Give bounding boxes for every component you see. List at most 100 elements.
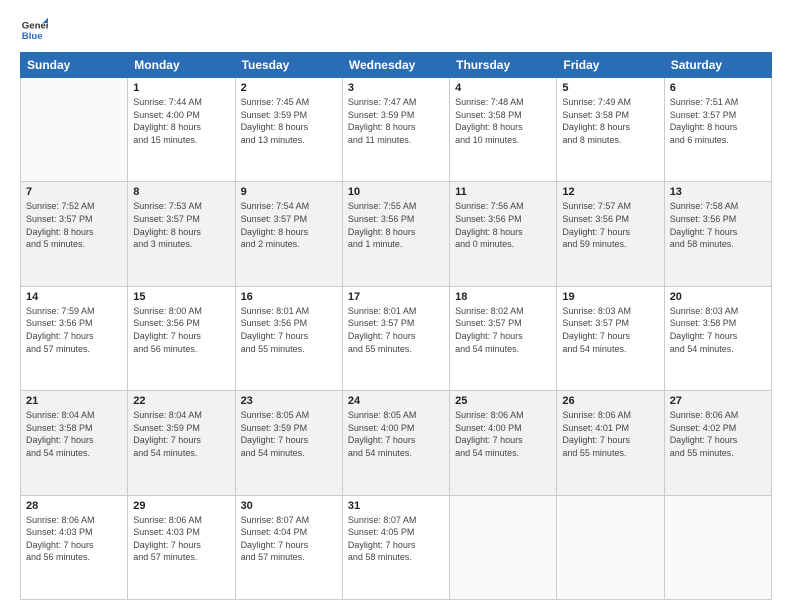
- day-info: Sunrise: 8:03 AMSunset: 3:57 PMDaylight:…: [562, 305, 658, 355]
- calendar-cell: 13 Sunrise: 7:58 AMSunset: 3:56 PMDayligh…: [664, 182, 771, 286]
- day-info: Sunrise: 7:51 AMSunset: 3:57 PMDaylight:…: [670, 96, 766, 146]
- day-info: Sunrise: 8:01 AMSunset: 3:57 PMDaylight:…: [348, 305, 444, 355]
- day-info: Sunrise: 8:06 AMSunset: 4:01 PMDaylight:…: [562, 409, 658, 459]
- day-info: Sunrise: 7:55 AMSunset: 3:56 PMDaylight:…: [348, 200, 444, 250]
- calendar-cell: 20 Sunrise: 8:03 AMSunset: 3:58 PMDayligh…: [664, 286, 771, 390]
- calendar-cell: 27Sunrise: 8:06 AMSunset: 4:02 PMDayligh…: [664, 391, 771, 495]
- calendar-cell: 22 Sunrise: 8:04 AMSunset: 3:59 PMDayligh…: [128, 391, 235, 495]
- day-info: Sunrise: 8:03 AMSunset: 3:58 PMDaylight:…: [670, 305, 766, 355]
- day-number: 9: [241, 186, 337, 198]
- day-number: 22: [133, 395, 229, 407]
- day-number: 12: [562, 186, 658, 198]
- day-info: Sunrise: 7:49 AMSunset: 3:58 PMDaylight:…: [562, 96, 658, 146]
- header-tuesday: Tuesday: [235, 53, 342, 78]
- day-number: 31: [348, 500, 444, 512]
- header-monday: Monday: [128, 53, 235, 78]
- week-row-1: 1 Sunrise: 7:44 AMSunset: 4:00 PMDaylight…: [21, 78, 772, 182]
- calendar-cell: 31 Sunrise: 8:07 AMSunset: 4:05 PMDayligh…: [342, 495, 449, 599]
- day-number: 5: [562, 82, 658, 94]
- calendar-cell: 14 Sunrise: 7:59 AMSunset: 3:56 PMDayligh…: [21, 286, 128, 390]
- day-info: Sunrise: 8:01 AMSunset: 3:56 PMDaylight:…: [241, 305, 337, 355]
- day-info: Sunrise: 8:05 AMSunset: 3:59 PMDaylight:…: [241, 409, 337, 459]
- day-number: 24: [348, 395, 444, 407]
- day-number: 13: [670, 186, 766, 198]
- week-row-5: 28 Sunrise: 8:06 AMSunset: 4:03 PMDayligh…: [21, 495, 772, 599]
- day-info: Sunrise: 8:04 AMSunset: 3:58 PMDaylight:…: [26, 409, 122, 459]
- calendar-cell: [557, 495, 664, 599]
- calendar-cell: 23Sunrise: 8:05 AMSunset: 3:59 PMDayligh…: [235, 391, 342, 495]
- logo-icon: General Blue: [20, 16, 48, 44]
- calendar-cell: 6 Sunrise: 7:51 AMSunset: 3:57 PMDaylight…: [664, 78, 771, 182]
- day-number: 18: [455, 291, 551, 303]
- week-row-4: 21 Sunrise: 8:04 AMSunset: 3:58 PMDayligh…: [21, 391, 772, 495]
- calendar-cell: 8 Sunrise: 7:53 AMSunset: 3:57 PMDaylight…: [128, 182, 235, 286]
- calendar-body: 1 Sunrise: 7:44 AMSunset: 4:00 PMDaylight…: [21, 78, 772, 600]
- day-info: Sunrise: 7:45 AMSunset: 3:59 PMDaylight:…: [241, 96, 337, 146]
- day-number: 14: [26, 291, 122, 303]
- day-info: Sunrise: 7:44 AMSunset: 4:00 PMDaylight:…: [133, 96, 229, 146]
- calendar-cell: 15 Sunrise: 8:00 AMSunset: 3:56 PMDayligh…: [128, 286, 235, 390]
- calendar-cell: 2 Sunrise: 7:45 AMSunset: 3:59 PMDaylight…: [235, 78, 342, 182]
- day-number: 17: [348, 291, 444, 303]
- page: General Blue Sunday Monday Tuesday Wedne…: [0, 0, 792, 612]
- calendar-cell: 29 Sunrise: 8:06 AMSunset: 4:03 PMDayligh…: [128, 495, 235, 599]
- calendar-cell: 24 Sunrise: 8:05 AMSunset: 4:00 PMDayligh…: [342, 391, 449, 495]
- day-number: 20: [670, 291, 766, 303]
- day-info: Sunrise: 7:47 AMSunset: 3:59 PMDaylight:…: [348, 96, 444, 146]
- day-number: 1: [133, 82, 229, 94]
- day-number: 3: [348, 82, 444, 94]
- day-info: Sunrise: 8:06 AMSunset: 4:03 PMDaylight:…: [26, 514, 122, 564]
- day-number: 10: [348, 186, 444, 198]
- day-info: Sunrise: 8:05 AMSunset: 4:00 PMDaylight:…: [348, 409, 444, 459]
- header-row: Sunday Monday Tuesday Wednesday Thursday…: [21, 53, 772, 78]
- day-number: 21: [26, 395, 122, 407]
- day-info: Sunrise: 8:06 AMSunset: 4:00 PMDaylight:…: [455, 409, 551, 459]
- logo: General Blue: [20, 16, 48, 44]
- day-number: 28: [26, 500, 122, 512]
- header-wednesday: Wednesday: [342, 53, 449, 78]
- calendar-cell: [21, 78, 128, 182]
- day-info: Sunrise: 8:04 AMSunset: 3:59 PMDaylight:…: [133, 409, 229, 459]
- day-info: Sunrise: 7:59 AMSunset: 3:56 PMDaylight:…: [26, 305, 122, 355]
- day-number: 6: [670, 82, 766, 94]
- day-info: Sunrise: 8:07 AMSunset: 4:05 PMDaylight:…: [348, 514, 444, 564]
- day-number: 7: [26, 186, 122, 198]
- calendar-cell: 5 Sunrise: 7:49 AMSunset: 3:58 PMDaylight…: [557, 78, 664, 182]
- day-number: 19: [562, 291, 658, 303]
- calendar-cell: 16 Sunrise: 8:01 AMSunset: 3:56 PMDayligh…: [235, 286, 342, 390]
- day-info: Sunrise: 7:48 AMSunset: 3:58 PMDaylight:…: [455, 96, 551, 146]
- day-number: 15: [133, 291, 229, 303]
- calendar-cell: 30Sunrise: 8:07 AMSunset: 4:04 PMDayligh…: [235, 495, 342, 599]
- calendar-cell: 26 Sunrise: 8:06 AMSunset: 4:01 PMDayligh…: [557, 391, 664, 495]
- day-info: Sunrise: 8:00 AMSunset: 3:56 PMDaylight:…: [133, 305, 229, 355]
- day-info: Sunrise: 8:06 AMSunset: 4:03 PMDaylight:…: [133, 514, 229, 564]
- day-info: Sunrise: 7:54 AMSunset: 3:57 PMDaylight:…: [241, 200, 337, 250]
- day-number: 29: [133, 500, 229, 512]
- calendar-cell: 25Sunrise: 8:06 AMSunset: 4:00 PMDayligh…: [450, 391, 557, 495]
- header-saturday: Saturday: [664, 53, 771, 78]
- day-number: 26: [562, 395, 658, 407]
- week-row-2: 7 Sunrise: 7:52 AMSunset: 3:57 PMDaylight…: [21, 182, 772, 286]
- calendar-cell: 18 Sunrise: 8:02 AMSunset: 3:57 PMDayligh…: [450, 286, 557, 390]
- calendar-cell: 1 Sunrise: 7:44 AMSunset: 4:00 PMDaylight…: [128, 78, 235, 182]
- calendar-cell: 19 Sunrise: 8:03 AMSunset: 3:57 PMDayligh…: [557, 286, 664, 390]
- calendar-cell: 7 Sunrise: 7:52 AMSunset: 3:57 PMDaylight…: [21, 182, 128, 286]
- day-info: Sunrise: 7:52 AMSunset: 3:57 PMDaylight:…: [26, 200, 122, 250]
- header: General Blue: [20, 16, 772, 44]
- day-number: 16: [241, 291, 337, 303]
- day-info: Sunrise: 8:02 AMSunset: 3:57 PMDaylight:…: [455, 305, 551, 355]
- calendar-cell: 17 Sunrise: 8:01 AMSunset: 3:57 PMDayligh…: [342, 286, 449, 390]
- day-info: Sunrise: 7:58 AMSunset: 3:56 PMDaylight:…: [670, 200, 766, 250]
- day-number: 2: [241, 82, 337, 94]
- day-number: 11: [455, 186, 551, 198]
- calendar-cell: [664, 495, 771, 599]
- calendar-cell: 28 Sunrise: 8:06 AMSunset: 4:03 PMDayligh…: [21, 495, 128, 599]
- header-thursday: Thursday: [450, 53, 557, 78]
- day-number: 8: [133, 186, 229, 198]
- calendar-cell: 21 Sunrise: 8:04 AMSunset: 3:58 PMDayligh…: [21, 391, 128, 495]
- day-number: 30: [241, 500, 337, 512]
- day-info: Sunrise: 7:57 AMSunset: 3:56 PMDaylight:…: [562, 200, 658, 250]
- day-number: 27: [670, 395, 766, 407]
- day-number: 4: [455, 82, 551, 94]
- day-info: Sunrise: 7:53 AMSunset: 3:57 PMDaylight:…: [133, 200, 229, 250]
